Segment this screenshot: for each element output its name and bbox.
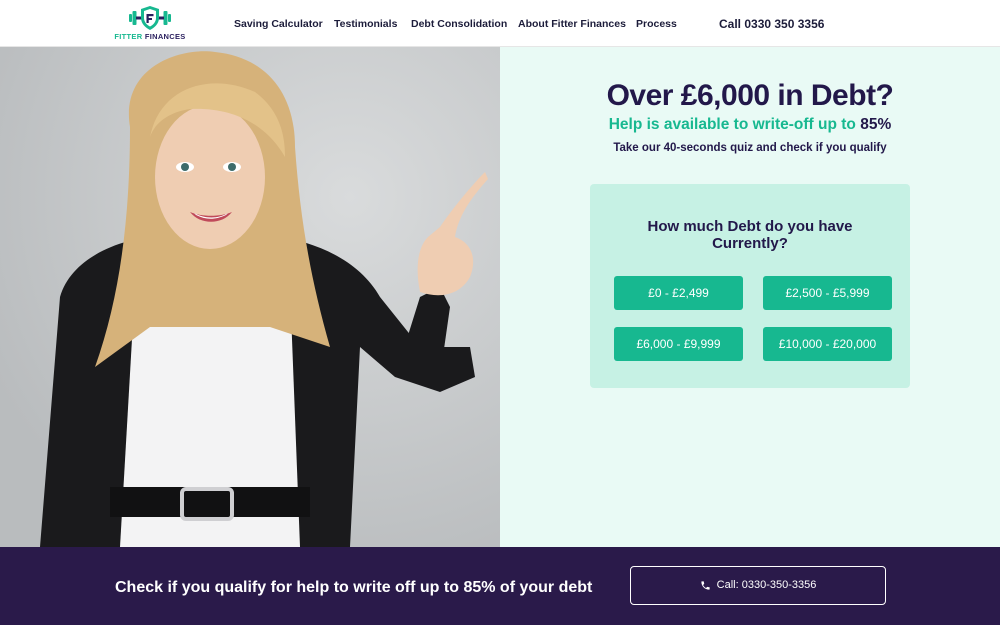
hero-subhead: Help is available to write-off up to 85% <box>500 116 1000 134</box>
logo-text-part2: FINANCES <box>144 32 186 41</box>
dumbbell-shield-icon <box>129 6 171 30</box>
nav-testimonials[interactable]: Testimonials <box>334 18 397 30</box>
hero-tagline: Take our 40-seconds quiz and check if yo… <box>613 142 887 154</box>
woman-pointing-image <box>0 47 500 547</box>
cta-text: Check if you qualify for help to write o… <box>115 579 593 596</box>
call-button-label: Call: 0330-350-3356 <box>716 579 817 591</box>
quiz-option-6000-9999[interactable]: £6,000 - £9,999 <box>614 327 743 361</box>
hero-photo <box>0 47 500 547</box>
site-header: FITTER FINANCES Saving Calculator Testim… <box>0 0 1000 47</box>
hero-panel: Over £6,000 in Debt? Help is available t… <box>500 47 1000 547</box>
logo[interactable]: FITTER FINANCES <box>112 4 188 42</box>
nav-saving-calculator[interactable]: Saving Calculator <box>234 18 323 30</box>
phone-icon <box>701 580 710 590</box>
hero-headline: Over £6,000 in Debt? <box>606 79 894 112</box>
quiz-question: How much Debt do you have Currently? <box>647 218 853 252</box>
logo-text-part1: FITTER <box>114 32 143 41</box>
nav-debt-consolidation[interactable]: Debt Consolidation <box>411 18 507 30</box>
hero-subhead-percent: 85% <box>860 116 892 133</box>
nav-about[interactable]: About Fitter Finances <box>518 18 626 30</box>
hero-subhead-text: Help is available to write-off up to <box>608 116 856 133</box>
debt-quiz-card: How much Debt do you have Currently? £0 … <box>590 184 910 388</box>
quiz-option-0-2499[interactable]: £0 - £2,499 <box>614 276 743 310</box>
cta-bar: Check if you qualify for help to write o… <box>0 547 1000 625</box>
quiz-option-2500-5999[interactable]: £2,500 - £5,999 <box>763 276 892 310</box>
logo-text: FITTER FINANCES <box>112 32 188 41</box>
quiz-option-10000-20000[interactable]: £10,000 - £20,000 <box>763 327 892 361</box>
nav-call-link[interactable]: Call 0330 350 3356 <box>719 17 824 31</box>
nav-process[interactable]: Process <box>636 18 677 30</box>
call-button[interactable]: Call: 0330-350-3356 <box>630 566 886 605</box>
